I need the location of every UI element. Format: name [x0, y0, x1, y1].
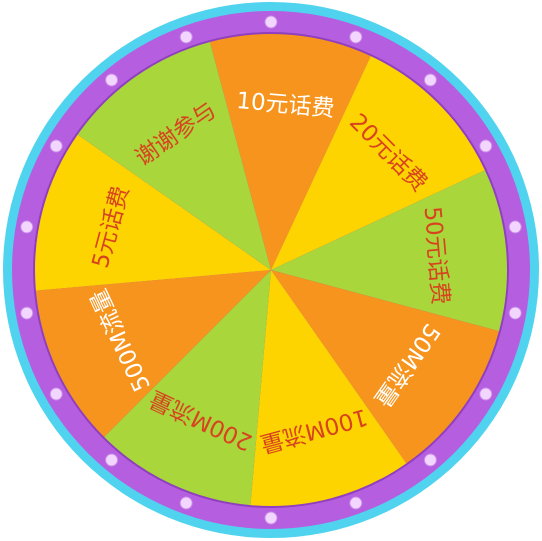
- rim-bead: [105, 73, 119, 87]
- rim-bead: [49, 387, 63, 401]
- rim-bead: [20, 306, 34, 320]
- rim-bead: [179, 30, 193, 44]
- rim-bead: [49, 139, 63, 153]
- rim-bead: [264, 15, 278, 29]
- wheel-graphic[interactable]: 10元话费20元话费50元话费50M流量100M流量200M流量500M流量5元…: [0, 0, 542, 541]
- rim-bead: [264, 511, 278, 525]
- rim-bead: [479, 139, 493, 153]
- rim-bead: [349, 496, 363, 510]
- rim-bead: [508, 306, 522, 320]
- prize-wheel[interactable]: 10元话费 20元话费 50元话费 50M流量 100M流量 200M流量 500M流量 5元…: [0, 0, 542, 541]
- rim-bead: [423, 73, 437, 87]
- rim-bead: [179, 496, 193, 510]
- rim-bead: [508, 220, 522, 234]
- rim-bead: [20, 220, 34, 234]
- rim-bead: [423, 453, 437, 467]
- rim-bead: [105, 453, 119, 467]
- rim-bead: [479, 387, 493, 401]
- rim-bead: [349, 30, 363, 44]
